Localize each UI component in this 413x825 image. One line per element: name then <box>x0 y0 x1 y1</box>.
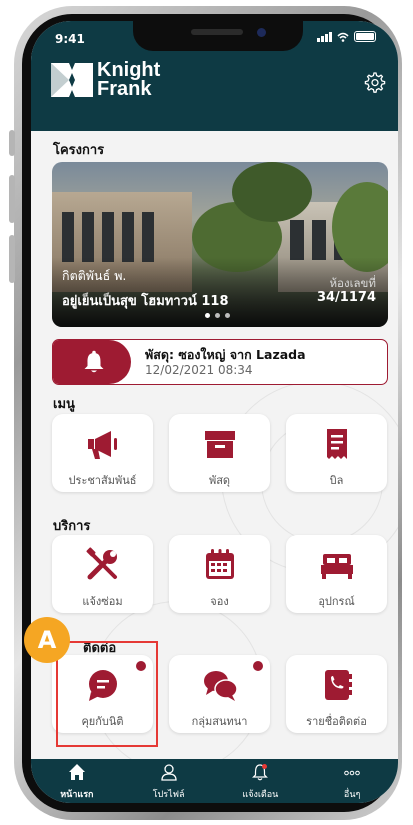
megaphone-icon <box>88 431 117 459</box>
carousel-dot[interactable] <box>225 313 230 318</box>
contact-label: รายชื่อติดต่อ <box>306 715 367 728</box>
parcel-box-icon <box>205 431 235 458</box>
room-number: 34/1174 <box>316 290 376 305</box>
banner-tree <box>232 162 312 222</box>
status-time: 9:41 <box>55 32 85 46</box>
services-section-title: บริการ <box>53 519 91 534</box>
speaker <box>191 29 243 35</box>
notice-title: พัสดุ: ซองใหญ่ จาก Lazada <box>145 347 306 362</box>
carousel-dots[interactable] <box>205 313 230 318</box>
tab-label: แจ้งเตือน <box>242 790 279 800</box>
notification-dot <box>253 661 263 671</box>
knight-frank-logo: Knight Frank <box>51 60 160 100</box>
mute-switch <box>9 130 15 156</box>
tab-notifications[interactable]: แจ้งเตือน <box>215 759 307 803</box>
carousel-dot[interactable] <box>215 313 220 318</box>
tab-label: อื่นๆ <box>343 790 361 800</box>
menu-parcel-button[interactable]: พัสดุ <box>169 414 270 492</box>
tab-label: หน้าแรก <box>60 790 94 800</box>
bottom-tab-bar: หน้าแรก โปรไฟล์ แจ้งเตือน อื่นๆ <box>31 759 398 803</box>
logo-line2: Frank <box>97 78 152 100</box>
more-icon <box>344 770 360 776</box>
phone-notch <box>133 21 303 51</box>
signal-icon <box>317 31 332 42</box>
logo-mark-icon <box>51 63 93 97</box>
menu-section-title: เมนู <box>53 397 75 412</box>
service-equipment-button[interactable]: อุปกรณ์ <box>286 535 387 613</box>
profile-icon <box>160 764 177 781</box>
menu-label: บิล <box>329 474 344 487</box>
service-repair-button[interactable]: แจ้งซ่อม <box>52 535 153 613</box>
tab-more[interactable]: อื่นๆ <box>306 759 398 803</box>
carousel-dot[interactable] <box>205 313 210 318</box>
service-label: จอง <box>210 595 229 608</box>
notice-datetime: 12/02/2021 08:34 <box>145 363 253 377</box>
tab-home[interactable]: หน้าแรก <box>31 759 123 803</box>
status-icons <box>317 31 376 42</box>
menu-label: ประชาสัมพันธ์ <box>68 474 137 487</box>
tab-label: โปรไฟล์ <box>152 790 185 800</box>
volume-up-button <box>9 175 15 223</box>
wifi-icon <box>337 32 349 42</box>
bed-icon <box>321 554 353 579</box>
parcel-notification-card[interactable]: พัสดุ: ซองใหญ่ จาก Lazada 12/02/2021 08:… <box>52 339 388 385</box>
phonebook-icon <box>325 670 352 700</box>
repair-tools-icon <box>86 547 117 580</box>
volume-down-button <box>9 235 15 283</box>
home-icon <box>68 764 85 780</box>
tab-profile[interactable]: โปรไฟล์ <box>123 759 215 803</box>
camera <box>257 28 266 37</box>
menu-bill-button[interactable]: บิล <box>286 414 387 492</box>
gear-icon[interactable] <box>362 71 386 95</box>
contact-list-button[interactable]: รายชื่อติดต่อ <box>286 655 387 733</box>
notice-bell-area <box>53 340 131 384</box>
calendar-icon <box>206 549 234 579</box>
banner-title: อยู่เย็นเป็นสุข โฮมทาวน์ 118 <box>62 294 229 309</box>
project-banner[interactable]: กิตติพันธ์ พ. อยู่เย็นเป็นสุข โฮมทาวน์ 1… <box>52 162 388 327</box>
bill-icon <box>327 429 347 459</box>
annotation-badge: A <box>24 617 70 663</box>
service-label: อุปกรณ์ <box>318 595 355 608</box>
menu-label: พัสดุ <box>208 474 231 487</box>
bell-icon <box>84 350 104 373</box>
contact-label: กลุ่มสนทนา <box>191 715 248 728</box>
service-booking-button[interactable]: จอง <box>169 535 270 613</box>
project-section-title: โครงการ <box>53 143 105 158</box>
highlight-box <box>56 641 158 747</box>
battery-icon <box>354 31 376 42</box>
group-chat-icon <box>204 671 238 701</box>
group-chat-button[interactable]: กลุ่มสนทนา <box>169 655 270 733</box>
banner-subtitle: กิตติพันธ์ พ. <box>62 268 127 283</box>
menu-announcement-button[interactable]: ประชาสัมพันธ์ <box>52 414 153 492</box>
service-label: แจ้งซ่อม <box>82 595 123 608</box>
notification-bell-icon <box>252 764 269 781</box>
